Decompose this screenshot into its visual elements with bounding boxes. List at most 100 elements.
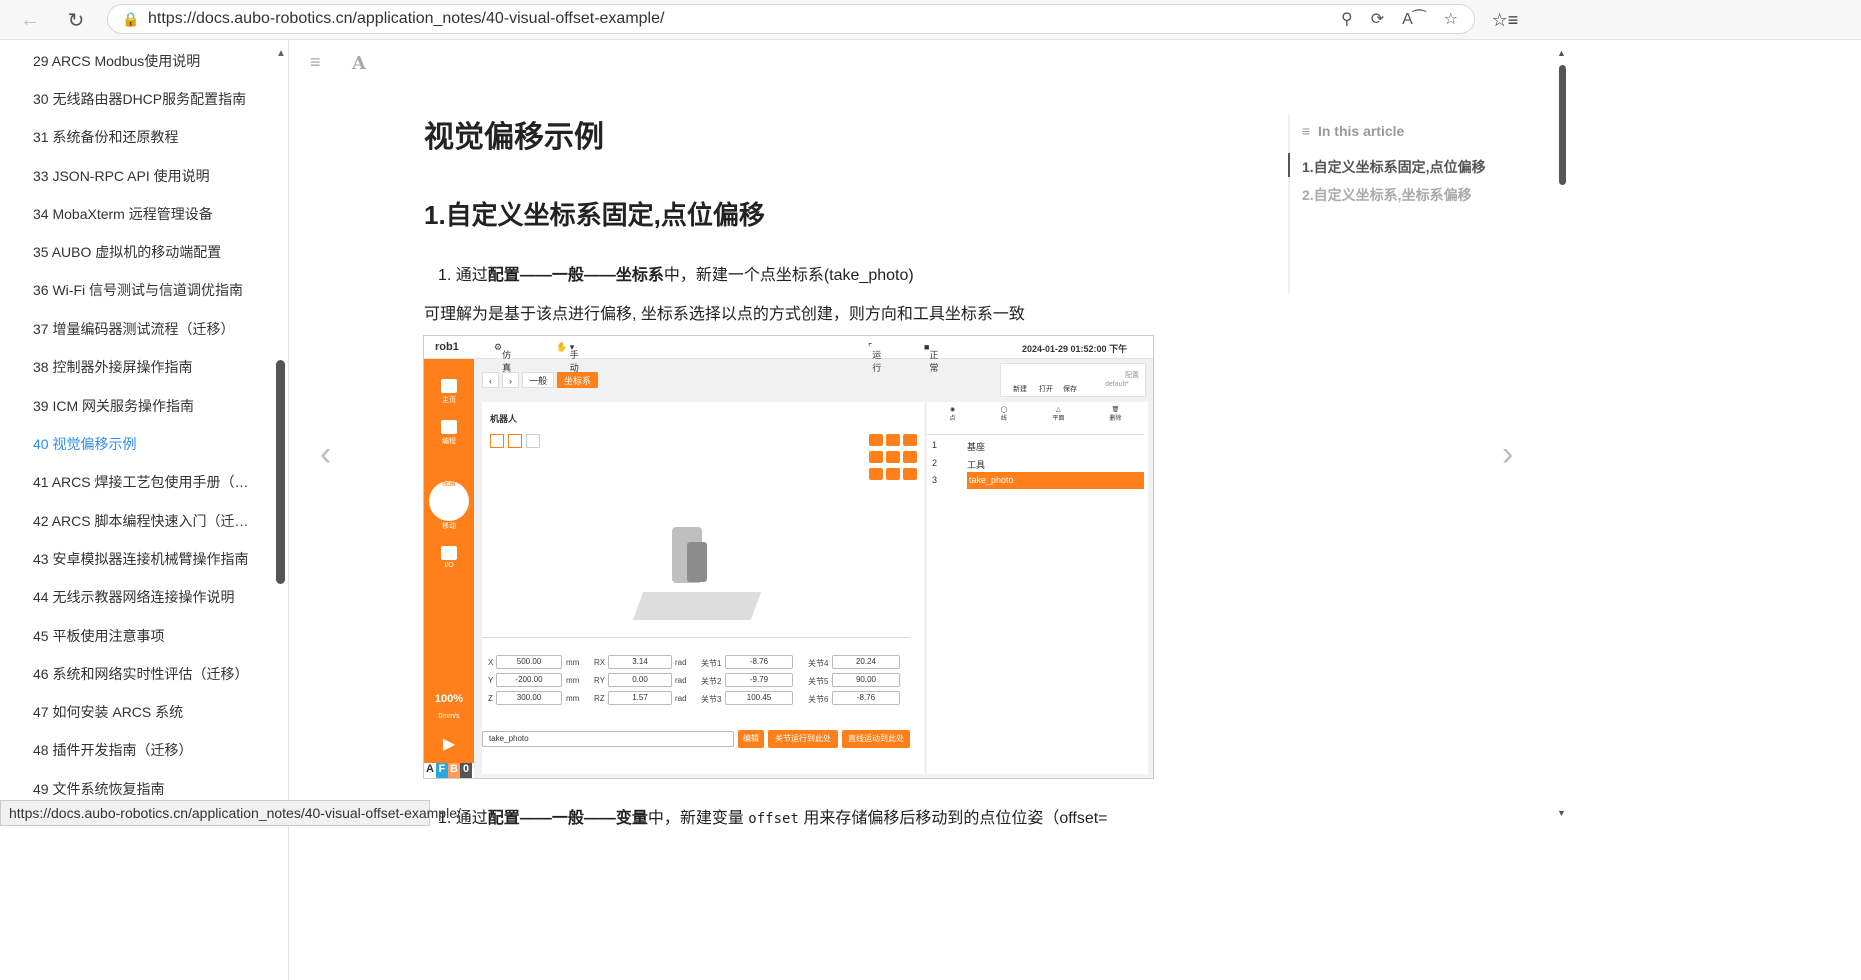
nav-move: 移动 [424, 505, 474, 531]
url-text: https://docs.aubo-robotics.cn/applicatio… [148, 10, 665, 27]
sidebar-item[interactable]: 48 插件开发指南（迁移） [33, 740, 258, 760]
sidebar-item[interactable]: 34 MobaXterm 远程管理设备 [33, 204, 258, 224]
toc-active-indicator [1288, 153, 1290, 177]
font-settings-icon[interactable]: A [352, 53, 366, 74]
robot-breadcrumb: ‹ › 一般 坐标系 [482, 372, 599, 388]
scroll-down-icon[interactable]: ▼ [1557, 808, 1566, 818]
scroll-up-icon[interactable]: ▲ [1557, 48, 1566, 58]
prev-page-icon[interactable]: ‹ [320, 435, 331, 474]
speed-percent: 100% [434, 693, 464, 705]
sidebar-item[interactable]: 43 安卓模拟器连接机械臂操作指南 [33, 549, 258, 569]
sidebar-item[interactable]: 30 无线路由器DHCP服务配置指南 [33, 89, 258, 109]
mode-indicator: A F B 0 [424, 763, 474, 778]
robot-topbar: rob1 ⚙ 仿真 ✋ 手动 ▾ ⌜ 运行 ■ 正常 2024-01-29 01… [424, 336, 1153, 373]
frame-plane-tool: △ 平面 [1052, 407, 1065, 422]
code-icon [441, 420, 457, 434]
sidebar-item[interactable]: 41 ARCS 焊接工艺包使用手册（迁移） [33, 472, 258, 492]
robot-nav: 主页 编程 配置 移动 I/O 100% 0mm/s ▶ A F B 0 [424, 359, 474, 778]
manual-label: ✋ 手动 ▾ [556, 342, 579, 373]
view-icons [490, 434, 540, 448]
sidebar-item[interactable]: 31 系统备份和还原教程 [33, 127, 258, 147]
favorite-star-icon[interactable]: ☆ [1444, 9, 1458, 29]
page-scrollbar-thumb[interactable] [1559, 65, 1566, 185]
browser-toolbar: ← ↻ 🔒 https://docs.aubo-robotics.cn/appl… [0, 0, 1861, 40]
sidebar-item[interactable]: 46 系统和网络实时性评估（迁移） [33, 664, 258, 684]
view-3-icon [526, 434, 540, 448]
sidebar-item[interactable]: 47 如何安装 ARCS 系统 [33, 702, 258, 722]
sidebar-item[interactable]: 36 Wi-Fi 信号测试与信道调优指南 [33, 280, 258, 300]
sidebar-item[interactable]: 44 无线示教器网络连接操作说明 [33, 587, 258, 607]
section-heading: 1.自定义坐标系固定,点位偏移 [424, 200, 765, 230]
extension-icon[interactable]: ⟳ [1371, 9, 1384, 29]
address-bar[interactable]: 🔒 https://docs.aubo-robotics.cn/applicat… [107, 4, 1475, 34]
speed-value: 0mm/s [438, 713, 460, 720]
nav-home: 主页 [424, 379, 474, 405]
frame-row-tool: 工具 [967, 460, 986, 470]
sidebar-item-active[interactable]: 40 视觉偏移示例 [33, 434, 258, 454]
sidebar-scrollbar-thumb[interactable] [276, 360, 285, 584]
sidebar-item[interactable]: 35 AUBO 虚拟机的移动端配置 [33, 242, 258, 262]
crumb-frames: 坐标系 [557, 372, 599, 388]
status-label: ■ 正常 [924, 342, 939, 373]
play-icon: ▶ [442, 736, 456, 753]
robot-panel: 机器人 X 500.00 mm Y -200.00 mm Z 300.00 mm RX 3.1… [482, 402, 924, 774]
joint-move-button: 关节运行到此处 [768, 730, 838, 748]
edit-button: 编辑 [738, 730, 764, 748]
frame-row-selected: take_photo [967, 472, 1144, 489]
robot-name: rob1 [435, 341, 459, 353]
frames-panel: ◉ 点 ◯ 线 △ 平面 🗑 删除 1 基座 2 工具 3 take_photo [927, 402, 1148, 774]
sim-label: ⚙ 仿真 [494, 342, 512, 373]
datetime: 2024-01-29 01:52:00 下午 [1022, 344, 1128, 354]
toc-heading: ≡ In this article [1302, 123, 1405, 139]
docs-sidebar: 29 ARCS Modbus使用说明 30 无线路由器DHCP服务配置指南 31… [0, 40, 289, 980]
site-info-icon[interactable]: 🔒 [122, 11, 148, 28]
sidebar-item[interactable]: 33 JSON-RPC API 使用说明 [33, 166, 258, 186]
panel-title: 机器人 [490, 414, 518, 424]
crumb-general: 一般 [522, 372, 555, 388]
frame-row-base: 基座 [967, 442, 986, 452]
back-button[interactable]: ← [12, 5, 48, 35]
toc-rail [1288, 115, 1290, 293]
right-blank-area [1568, 40, 1861, 980]
frame-delete-tool: 🗑 删除 [1109, 407, 1122, 422]
frame-point-tool: ◉ 点 [949, 407, 956, 422]
reload-button[interactable]: ↻ [58, 5, 94, 35]
sidebar-item[interactable]: 49 文件系统恢复指南 [33, 779, 258, 799]
favorites-button[interactable]: ☆≡ [1490, 5, 1520, 35]
menu-icon[interactable]: ≡ [310, 52, 321, 73]
sidebar-item[interactable]: 37 增量编码器测试流程（迁移） [33, 319, 258, 339]
sidebar-item[interactable]: 38 控制器外接屏操作指南 [33, 357, 258, 377]
next-page-icon[interactable]: › [1502, 435, 1513, 474]
sidebar-item[interactable]: 42 ARCS 脚本编程快速入门（迁移） [33, 511, 258, 531]
view-1-icon [490, 434, 504, 448]
nav-io: I/O [424, 546, 474, 569]
divider [482, 637, 910, 638]
toc-item[interactable]: 1.自定义坐标系固定,点位偏移 [1302, 157, 1486, 177]
zoom-icon[interactable]: ⚲ [1341, 9, 1353, 29]
page-title: 视觉偏移示例 [424, 121, 604, 154]
step-2: 1. 通过配置——一般——变量中，新建变量 offset 用来存储偏移后移动到的… [438, 810, 1108, 827]
move-icon [441, 505, 457, 519]
nav-config: 配置 [424, 462, 474, 488]
sidebar-item[interactable]: 45 平板使用注意事项 [33, 626, 258, 646]
file-toolbar: 新建 打开 保存 配置 default* [1000, 363, 1146, 397]
frame-name-field: take_photo [482, 731, 734, 747]
step-1: 1. 通过配置——一般——坐标系中，新建一个点坐标系(take_photo) [438, 267, 914, 284]
home-icon [441, 379, 457, 393]
frame-line-tool: ◯ 线 [1000, 407, 1008, 422]
config-icon [441, 462, 457, 476]
crumb-back: ‹ [482, 372, 499, 388]
sidebar-scroll-up-icon[interactable]: ▲ [276, 48, 286, 59]
nav-program: 编程 [424, 420, 474, 446]
status-bar-url: https://docs.aubo-robotics.cn/applicatio… [0, 800, 461, 826]
run-label: ⌜ 运行 [868, 342, 882, 373]
page-scrollbar[interactable] [1556, 40, 1568, 980]
paragraph: 可理解为是基于该点进行偏移, 坐标系选择以点的方式创建，则方向和工具坐标系一致 [424, 306, 1025, 323]
view-2-icon [508, 434, 522, 448]
sidebar-item[interactable]: 29 ARCS Modbus使用说明 [33, 51, 258, 71]
robot-ui-image: rob1 ⚙ 仿真 ✋ 手动 ▾ ⌜ 运行 ■ 正常 2024-01-29 01… [423, 335, 1154, 779]
frame-tools: ◉ 点 ◯ 线 △ 平面 🗑 删除 [927, 406, 1144, 422]
toc-item[interactable]: 2.自定义坐标系,坐标系偏移 [1302, 185, 1472, 205]
read-aloud-icon[interactable]: A⁀ [1402, 9, 1426, 29]
sidebar-item[interactable]: 39 ICM 网关服务操作指南 [33, 396, 258, 416]
